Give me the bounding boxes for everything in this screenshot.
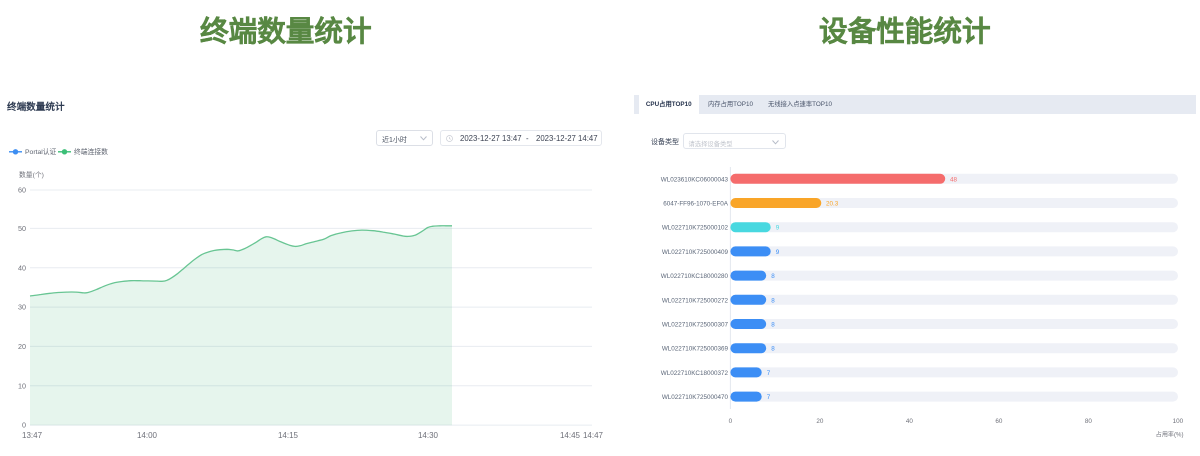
svg-text:6047-FF96-1070-EF0A: 6047-FF96-1070-EF0A [663, 201, 729, 208]
svg-text:20.3: 20.3 [826, 201, 839, 208]
svg-text:80: 80 [1085, 418, 1093, 425]
svg-text:48: 48 [950, 176, 958, 183]
svg-text:终端连接数: 终端连接数 [74, 147, 108, 156]
svg-text:13:47: 13:47 [22, 431, 43, 440]
svg-text:WL022710K725000470: WL022710K725000470 [662, 394, 729, 401]
svg-text:30: 30 [18, 303, 26, 312]
svg-text:7: 7 [767, 394, 771, 401]
svg-text:Portal认证: Portal认证 [25, 147, 57, 156]
svg-text:WL022710K725000369: WL022710K725000369 [662, 346, 729, 353]
svg-text:数量(个): 数量(个) [19, 170, 44, 179]
svg-text:14:00: 14:00 [137, 431, 158, 440]
svg-text:9: 9 [776, 249, 780, 256]
svg-text:WL022710K725000307: WL022710K725000307 [662, 322, 729, 329]
svg-text:WL022710KC18000280: WL022710KC18000280 [661, 273, 729, 280]
svg-text:60: 60 [995, 418, 1003, 425]
svg-text:7: 7 [767, 370, 771, 377]
svg-text:10: 10 [18, 381, 26, 390]
svg-text:20: 20 [18, 342, 26, 351]
svg-text:40: 40 [18, 263, 26, 272]
svg-text:9: 9 [776, 225, 780, 232]
svg-text:8: 8 [771, 346, 775, 353]
svg-text:14:15: 14:15 [278, 431, 299, 440]
svg-text:0: 0 [729, 418, 733, 425]
svg-text:8: 8 [771, 322, 775, 329]
svg-text:14:30: 14:30 [418, 431, 439, 440]
svg-text:WL022710KC18000372: WL022710KC18000372 [661, 370, 729, 377]
svg-text:40: 40 [906, 418, 914, 425]
svg-text:WL022710K725000409: WL022710K725000409 [662, 249, 729, 256]
svg-text:20: 20 [816, 418, 824, 425]
svg-text:8: 8 [771, 297, 775, 304]
svg-text:14:47: 14:47 [583, 431, 604, 440]
svg-text:WL022710K725000102: WL022710K725000102 [662, 225, 729, 232]
svg-text:WL023610KC06000043: WL023610KC06000043 [661, 176, 729, 183]
svg-text:60: 60 [18, 186, 26, 195]
svg-text:8: 8 [771, 273, 775, 280]
svg-text:50: 50 [18, 224, 26, 233]
svg-text:0: 0 [22, 421, 26, 430]
svg-text:14:45: 14:45 [560, 431, 581, 440]
svg-text:WL022710K725000272: WL022710K725000272 [662, 297, 729, 304]
svg-text:100: 100 [1173, 418, 1184, 425]
svg-text:占用率(%): 占用率(%) [1156, 431, 1184, 439]
